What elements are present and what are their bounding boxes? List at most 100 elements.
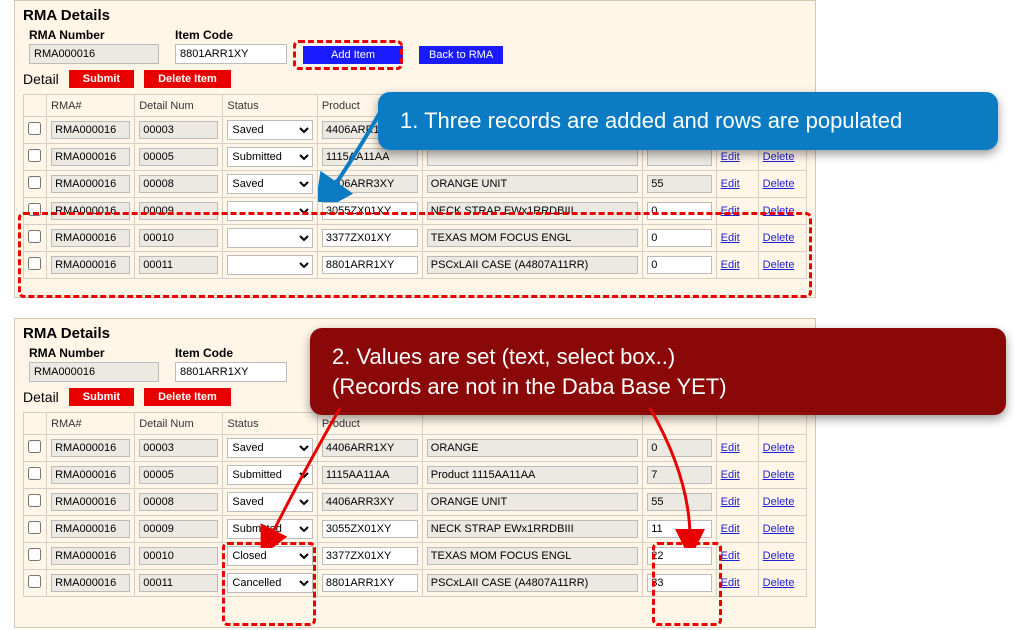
detail-num-cell[interactable]: [139, 229, 218, 247]
page-title: RMA Details: [15, 1, 815, 24]
qty-cell[interactable]: [647, 175, 711, 193]
rma-cell[interactable]: [51, 493, 130, 511]
delete-item-button[interactable]: Delete Item: [144, 388, 231, 406]
product-cell[interactable]: [322, 202, 418, 220]
status-select[interactable]: Closed: [227, 546, 312, 566]
item-code-input[interactable]: [175, 362, 287, 382]
edit-link[interactable]: Edit: [721, 523, 740, 535]
delete-link[interactable]: Delete: [763, 496, 795, 508]
product-cell[interactable]: [322, 547, 418, 565]
status-select[interactable]: [227, 255, 312, 275]
desc-cell[interactable]: [427, 547, 638, 565]
product-cell[interactable]: [322, 256, 418, 274]
status-select[interactable]: [227, 228, 312, 248]
status-select[interactable]: Submitted: [227, 147, 312, 167]
table-row: Saved Edit Delete: [24, 171, 807, 198]
qty-cell[interactable]: [647, 148, 711, 166]
row-checkbox[interactable]: [28, 203, 41, 216]
edit-link[interactable]: Edit: [721, 469, 740, 481]
qty-cell[interactable]: [647, 202, 711, 220]
edit-link[interactable]: Edit: [721, 550, 740, 562]
rma-number-input[interactable]: [29, 362, 159, 382]
edit-link[interactable]: Edit: [721, 496, 740, 508]
row-checkbox[interactable]: [28, 122, 41, 135]
edit-link[interactable]: Edit: [721, 178, 740, 190]
detail-num-cell[interactable]: [139, 466, 218, 484]
desc-cell[interactable]: [427, 148, 638, 166]
desc-cell[interactable]: [427, 520, 638, 538]
delete-link[interactable]: Delete: [763, 550, 795, 562]
desc-cell[interactable]: [427, 466, 638, 484]
rma-cell[interactable]: [51, 148, 130, 166]
delete-link[interactable]: Delete: [763, 523, 795, 535]
status-select[interactable]: [227, 201, 312, 221]
qty-cell[interactable]: [647, 574, 711, 592]
qty-cell[interactable]: [647, 256, 711, 274]
submit-button[interactable]: Submit: [69, 70, 134, 88]
delete-link[interactable]: Delete: [763, 442, 795, 454]
row-checkbox[interactable]: [28, 230, 41, 243]
detail-num-cell[interactable]: [139, 202, 218, 220]
edit-link[interactable]: Edit: [721, 259, 740, 271]
status-select[interactable]: Saved: [227, 174, 312, 194]
product-cell[interactable]: [322, 229, 418, 247]
rma-cell[interactable]: [51, 175, 130, 193]
detail-num-cell[interactable]: [139, 547, 218, 565]
desc-cell[interactable]: [427, 229, 638, 247]
rma-cell[interactable]: [51, 574, 130, 592]
item-code-input[interactable]: [175, 44, 287, 64]
row-checkbox[interactable]: [28, 494, 41, 507]
rma-number-input[interactable]: [29, 44, 159, 64]
row-checkbox[interactable]: [28, 548, 41, 561]
detail-num-cell[interactable]: [139, 256, 218, 274]
detail-num-cell[interactable]: [139, 121, 218, 139]
delete-link[interactable]: Delete: [763, 232, 795, 244]
rma-cell[interactable]: [51, 520, 130, 538]
detail-num-cell[interactable]: [139, 148, 218, 166]
qty-cell[interactable]: [647, 229, 711, 247]
row-checkbox[interactable]: [28, 521, 41, 534]
rma-cell[interactable]: [51, 466, 130, 484]
detail-num-cell[interactable]: [139, 574, 218, 592]
rma-cell[interactable]: [51, 202, 130, 220]
qty-cell[interactable]: [647, 547, 711, 565]
back-to-rma-button[interactable]: Back to RMA: [419, 46, 503, 64]
desc-cell[interactable]: [427, 175, 638, 193]
delete-item-button[interactable]: Delete Item: [144, 70, 231, 88]
rma-cell[interactable]: [51, 229, 130, 247]
delete-link[interactable]: Delete: [763, 178, 795, 190]
delete-link[interactable]: Delete: [763, 577, 795, 589]
edit-link[interactable]: Edit: [721, 151, 740, 163]
submit-button[interactable]: Submit: [69, 388, 134, 406]
row-checkbox[interactable]: [28, 440, 41, 453]
detail-num-cell[interactable]: [139, 520, 218, 538]
delete-link[interactable]: Delete: [763, 205, 795, 217]
rma-cell[interactable]: [51, 256, 130, 274]
row-checkbox[interactable]: [28, 257, 41, 270]
desc-cell[interactable]: [427, 574, 638, 592]
desc-cell[interactable]: [427, 493, 638, 511]
delete-link[interactable]: Delete: [763, 151, 795, 163]
edit-link[interactable]: Edit: [721, 442, 740, 454]
desc-cell[interactable]: [427, 439, 638, 457]
rma-cell[interactable]: [51, 439, 130, 457]
desc-cell[interactable]: [427, 256, 638, 274]
detail-num-cell[interactable]: [139, 493, 218, 511]
row-checkbox[interactable]: [28, 149, 41, 162]
product-cell[interactable]: [322, 574, 418, 592]
desc-cell[interactable]: [427, 202, 638, 220]
status-select[interactable]: Saved: [227, 120, 312, 140]
edit-link[interactable]: Edit: [721, 205, 740, 217]
row-checkbox[interactable]: [28, 176, 41, 189]
row-checkbox[interactable]: [28, 467, 41, 480]
edit-link[interactable]: Edit: [721, 232, 740, 244]
edit-link[interactable]: Edit: [721, 577, 740, 589]
status-select[interactable]: Cancelled: [227, 573, 312, 593]
rma-cell[interactable]: [51, 121, 130, 139]
delete-link[interactable]: Delete: [763, 259, 795, 271]
delete-link[interactable]: Delete: [763, 469, 795, 481]
detail-num-cell[interactable]: [139, 175, 218, 193]
rma-cell[interactable]: [51, 547, 130, 565]
row-checkbox[interactable]: [28, 575, 41, 588]
detail-num-cell[interactable]: [139, 439, 218, 457]
